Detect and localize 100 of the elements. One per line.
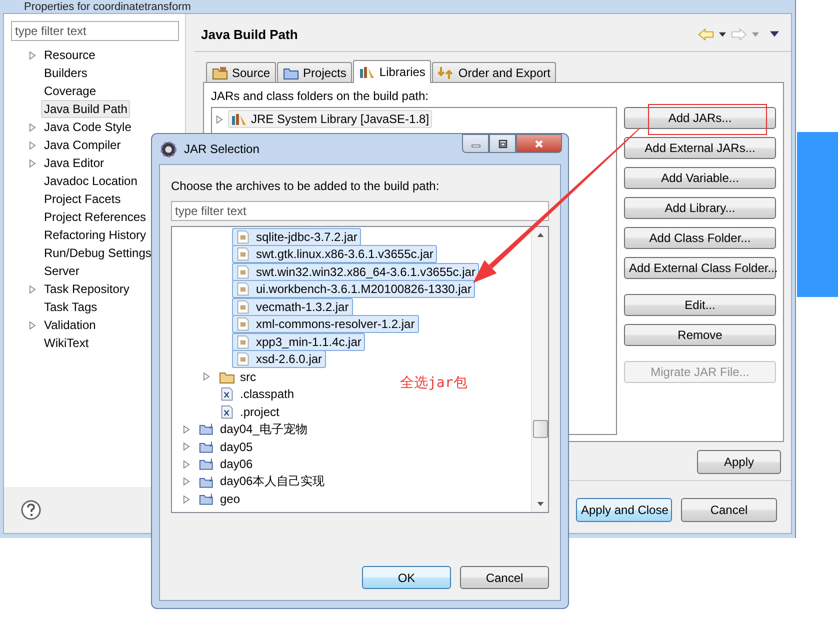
project-folder-icon <box>199 474 215 489</box>
sidebar-item[interactable]: Task Repository <box>41 280 132 298</box>
source-folder-icon <box>212 66 228 80</box>
scroll-thumb[interactable] <box>532 420 548 438</box>
tab[interactable]: Libraries <box>353 60 432 83</box>
dialog-button[interactable]: OK <box>362 566 451 589</box>
close-button[interactable] <box>516 134 562 153</box>
forward-arrow-icon[interactable] <box>731 28 747 40</box>
action-button[interactable]: Add External Class Folder... <box>624 257 776 279</box>
tree-item[interactable]: ui.workbench-3.6.1.M20100826-1330.jar <box>232 280 476 298</box>
action-button[interactable]: Add Class Folder... <box>624 227 776 249</box>
tree-item[interactable]: .classpath <box>216 385 298 404</box>
tree-item[interactable]: vecmath-1.3.2.jar <box>232 298 353 316</box>
tree-item[interactable]: geo <box>196 490 244 508</box>
sidebar-item[interactable]: Javadoc Location <box>41 172 140 190</box>
apply-button[interactable]: Apply <box>697 450 781 474</box>
tree-item[interactable]: .project <box>216 402 284 421</box>
view-menu-icon[interactable] <box>770 31 779 37</box>
sidebar-item[interactable]: Builders <box>41 64 90 82</box>
expand-arrow-icon[interactable] <box>28 140 36 150</box>
tree-item[interactable]: sqlite-jdbc-3.7.2.jar <box>232 228 362 246</box>
sidebar-item[interactable]: WikiText <box>41 334 92 352</box>
tree-item[interactable]: day05 <box>196 438 257 456</box>
jar-file-icon <box>235 230 251 244</box>
back-arrow-icon[interactable] <box>698 28 714 40</box>
sidebar-item[interactable]: Resource <box>41 46 98 64</box>
expand-arrow-icon[interactable] <box>28 122 36 132</box>
sidebar-item[interactable]: Project Facets <box>41 190 124 208</box>
folder-icon <box>283 66 300 80</box>
tree-item[interactable]: swt.gtk.linux.x86-3.6.1.v3655c.jar <box>232 245 438 264</box>
sidebar-item[interactable]: Task Tags <box>41 298 100 316</box>
expand-arrow-icon[interactable] <box>28 50 36 60</box>
jar-file-icon <box>235 334 251 349</box>
action-button[interactable]: Add Library... <box>624 197 776 219</box>
tree-item[interactable]: day06 <box>196 455 257 474</box>
sidebar-item[interactable]: Java Code Style <box>41 118 134 136</box>
books-icon <box>359 65 376 79</box>
jar-file-icon <box>235 352 251 366</box>
tree-item[interactable]: swt.win32.win32.x86_64-3.6.1.v3655c.jar <box>232 262 480 281</box>
jar-file-icon <box>235 247 251 262</box>
action-button[interactable]: Edit... <box>624 294 776 316</box>
filter-field[interactable]: type filter text <box>11 21 179 41</box>
list-label: JARs and class folders on the build path: <box>211 89 430 103</box>
sidebar-item[interactable]: Java Build Path <box>41 100 130 118</box>
expand-arrow-icon[interactable] <box>28 320 36 330</box>
dropdown-arrow-icon[interactable] <box>719 32 726 36</box>
sidebar-item[interactable]: Java Editor <box>41 154 108 172</box>
dialog-button[interactable]: Cancel <box>681 498 777 522</box>
maximize-button[interactable] <box>489 134 516 153</box>
dialog-button[interactable]: Apply and Close <box>576 498 672 522</box>
dialog-button[interactable]: Cancel <box>460 566 549 589</box>
project-folder-icon <box>199 440 215 454</box>
tab[interactable]: Projects <box>277 62 352 82</box>
tree-item[interactable]: day06本人自己实现 <box>196 472 329 491</box>
gear-icon <box>160 140 177 158</box>
folder-icon <box>219 370 235 384</box>
tree-item[interactable]: day04_电子宠物 <box>196 420 312 438</box>
project-folder-icon <box>199 422 215 436</box>
scroll-down-arrow-icon[interactable] <box>536 502 544 506</box>
jar-file-icon <box>235 282 251 296</box>
tab[interactable]: Order and Export <box>432 62 556 82</box>
up-down-arrows-icon <box>438 66 454 80</box>
sidebar-item[interactable]: Validation <box>41 316 99 334</box>
jar-file-icon <box>235 317 251 332</box>
scrollbar[interactable] <box>531 227 548 512</box>
expand-arrow-icon[interactable] <box>216 114 223 124</box>
xml-file-icon <box>219 387 235 402</box>
sidebar-item[interactable]: Project References <box>41 208 150 226</box>
minimize-button[interactable] <box>462 134 489 153</box>
scroll-up-arrow-icon[interactable] <box>536 233 544 237</box>
dialog-title: JAR Selection <box>184 142 260 156</box>
project-folder-icon <box>199 457 215 472</box>
tab[interactable]: Source <box>206 62 276 82</box>
tree-item[interactable]: src <box>216 368 260 386</box>
expand-arrow-icon[interactable] <box>28 284 36 294</box>
window-title: Properties for coordinatetransform <box>24 1 191 13</box>
page-title: Java Build Path <box>201 26 298 42</box>
library-entry[interactable]: JRE System Library [JavaSE-1.8] <box>228 110 432 128</box>
help-icon[interactable] <box>21 500 41 520</box>
xml-file-icon <box>219 404 235 419</box>
project-folder-icon <box>199 492 215 506</box>
tree-item[interactable]: xpp3_min-1.1.4c.jar <box>232 332 366 351</box>
jar-file-icon <box>235 264 251 279</box>
tree-item[interactable]: xsd-2.6.0.jar <box>232 350 326 368</box>
action-button[interactable]: Remove <box>624 324 776 346</box>
expand-arrow-icon[interactable] <box>202 372 210 382</box>
expand-arrow-icon[interactable] <box>28 158 36 168</box>
sidebar-item[interactable]: Server <box>41 262 82 280</box>
sidebar-item[interactable]: Run/Debug Settings <box>41 244 154 262</box>
books-icon <box>231 112 247 126</box>
close-icon <box>534 138 544 148</box>
sidebar-item[interactable]: Refactoring History <box>41 226 150 244</box>
tree-item[interactable]: xml-commons-resolver-1.2.jar <box>232 315 419 334</box>
action-button[interactable]: Add JARs... <box>624 107 776 129</box>
maximize-icon <box>498 138 508 148</box>
filter-field[interactable]: type filter text <box>171 201 549 221</box>
action-button[interactable]: Add Variable... <box>624 167 776 189</box>
sidebar-item[interactable]: Coverage <box>41 82 100 100</box>
sidebar-item[interactable]: Java Compiler <box>41 136 124 154</box>
action-button[interactable]: Add External JARs... <box>624 137 776 159</box>
